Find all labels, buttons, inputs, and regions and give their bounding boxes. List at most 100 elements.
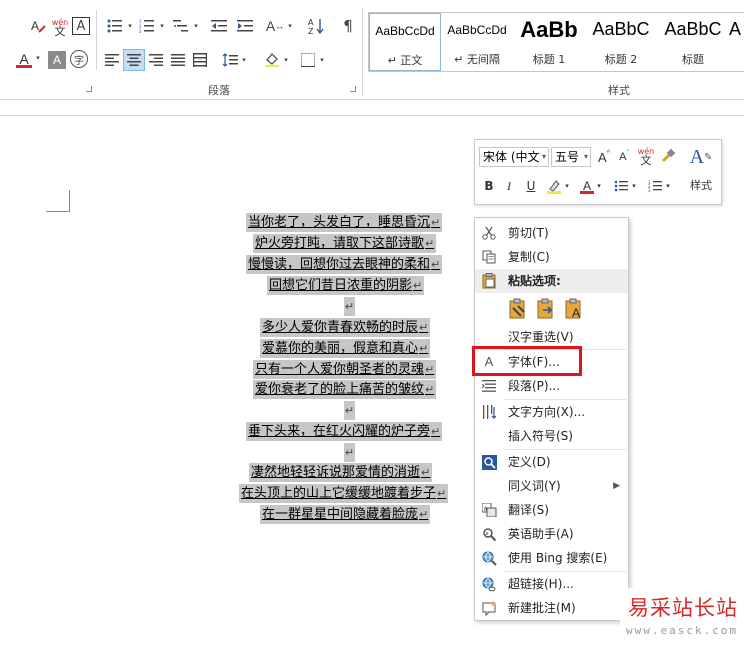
svg-text:Z: Z — [308, 27, 314, 35]
paragraph-dialog-launcher[interactable] — [350, 86, 356, 92]
chevron-down-icon[interactable]: ▾ — [630, 180, 638, 192]
menu-item-bing-search[interactable]: 使用 Bing 搜索(E) — [475, 546, 628, 570]
font-color-icon[interactable]: A — [579, 176, 595, 196]
menu-item-hyperlink[interactable]: 超链接(H)... — [475, 572, 628, 596]
poem-line[interactable]: 在头顶上的山上它缓缓地踱着步子↵ — [239, 484, 449, 503]
font-name-select[interactable]: 宋体 (中文 ▾ — [479, 147, 549, 167]
style-no-spacing[interactable]: AaBbCcDd ↵ 无间隔 — [441, 13, 513, 71]
paragraph-icon — [481, 378, 497, 394]
chevron-down-icon[interactable]: ▾ — [240, 54, 248, 66]
poem-line[interactable]: 慢慢读，回想你过去眼神的柔和↵ — [246, 255, 443, 274]
empty-paragraph[interactable]: ↵ — [344, 401, 355, 420]
font-size-select[interactable]: 五号 ▾ — [551, 147, 591, 167]
font-dialog-launcher[interactable] — [86, 86, 92, 92]
clipboard-icon — [481, 273, 497, 289]
menu-item-cut[interactable]: 剪切(T) — [475, 221, 628, 245]
line-spacing-icon[interactable] — [220, 50, 240, 70]
bullets-icon[interactable] — [104, 16, 126, 36]
style-heading-1[interactable]: AaBb 标题 1 — [513, 13, 585, 71]
poem-line[interactable]: 当你老了，头发白了，睡思昏沉↵ — [246, 213, 443, 232]
menu-item-paragraph[interactable]: 段落(P)... — [475, 374, 628, 398]
poem-line[interactable]: 爱慕你的美丽，假意和真心↵ — [260, 339, 431, 358]
svg-text:A: A — [31, 19, 39, 33]
sort-icon[interactable]: AZ — [306, 14, 326, 38]
shrink-font-icon[interactable]: Aˇ — [615, 148, 633, 166]
borders-icon[interactable] — [298, 50, 318, 70]
grow-font-icon[interactable]: A ^ — [595, 148, 613, 166]
bold-button[interactable]: B — [481, 178, 497, 194]
style-heading-2[interactable]: AaBbC 标题 2 — [585, 13, 657, 71]
clear-formatting-icon[interactable]: A — [28, 16, 48, 36]
font-color-icon[interactable]: A — [14, 48, 34, 70]
menu-item-copy[interactable]: 复制(C) — [475, 245, 628, 269]
text-direction-icon — [481, 404, 497, 420]
decrease-indent-icon[interactable] — [208, 16, 230, 36]
poem-line[interactable]: 垂下头来，在红火闪耀的炉子旁↵ — [246, 422, 443, 441]
enclose-characters-icon[interactable]: 字 — [70, 50, 88, 68]
bullets-icon[interactable] — [613, 177, 629, 195]
numbering-icon[interactable]: 123 — [136, 16, 158, 36]
multilevel-list-icon[interactable] — [170, 16, 192, 36]
character-border-icon[interactable]: A — [72, 17, 90, 35]
poem-line[interactable]: 只有一个人爱你朝圣者的灵魂↵ — [253, 360, 437, 379]
poem-line[interactable]: 在一群星星中间隐藏着脸庞↵ — [260, 505, 431, 524]
chevron-down-icon[interactable]: ▾ — [595, 180, 603, 192]
poem-line[interactable]: 爱你衰老了的脸上痛苦的皱纹↵ — [253, 380, 437, 399]
show-formatting-marks-icon[interactable]: ¶ — [338, 16, 358, 36]
chevron-down-icon[interactable]: ▾ — [664, 180, 672, 192]
submenu-arrow-icon: ▶ — [613, 481, 620, 491]
paste-text-only-icon[interactable]: A — [563, 297, 585, 321]
chevron-down-icon[interactable]: ▾ — [192, 20, 200, 32]
menu-item-insert-symbol[interactable]: 插入符号(S) — [475, 424, 628, 448]
chevron-down-icon[interactable]: ▾ — [286, 20, 294, 32]
style-normal[interactable]: AaBbCcDd ↵ 正文 — [369, 13, 441, 71]
menu-item-text-direction[interactable]: 文字方向(X)... — [475, 400, 628, 424]
paste-keep-source-formatting-icon[interactable] — [507, 297, 529, 321]
poem-line[interactable]: 回想它们昔日浓重的阴影↵ — [267, 276, 425, 295]
svg-text:A: A — [572, 306, 580, 320]
poem-line[interactable]: 凄然地轻轻诉说那爱情的消逝↵ — [249, 463, 433, 482]
align-right-icon[interactable] — [146, 50, 166, 70]
mini-toolbar: 宋体 (中文 ▾ 五号 ▾ A ^ Aˇ wén 文 A ✎ 样式 B I U ▾ A … — [474, 139, 722, 205]
svg-text:a: a — [483, 506, 487, 513]
new-comment-icon — [481, 600, 497, 616]
empty-paragraph[interactable]: ↵ — [344, 297, 355, 316]
increase-indent-icon[interactable] — [234, 16, 256, 36]
globe-search-icon — [481, 550, 497, 566]
watermark-text: 易采站长站 — [628, 596, 738, 620]
underline-button[interactable]: U — [523, 178, 539, 194]
styles-label: 样式 — [690, 179, 712, 192]
distributed-icon[interactable] — [190, 50, 210, 70]
paragraph-group-label: 段落 — [208, 84, 230, 97]
chinese-layout-icon[interactable]: A ↔ — [264, 16, 286, 36]
empty-paragraph[interactable]: ↵ — [344, 443, 355, 462]
chevron-down-icon[interactable]: ▾ — [34, 52, 42, 64]
styles-icon[interactable]: A ✎ — [687, 144, 715, 170]
chevron-down-icon[interactable]: ▾ — [282, 54, 290, 66]
menu-item-new-comment[interactable]: 新建批注(M) — [475, 596, 628, 620]
menu-item-translate[interactable]: a 翻译(S) — [475, 498, 628, 522]
format-painter-icon[interactable] — [659, 147, 677, 165]
shading-icon[interactable] — [262, 48, 282, 70]
chevron-down-icon[interactable]: ▾ — [563, 180, 571, 192]
align-center-icon[interactable] — [123, 49, 145, 71]
highlight-icon[interactable] — [545, 176, 563, 196]
phonetic-guide-icon[interactable]: wén 文 — [637, 144, 655, 168]
paste-merge-formatting-icon[interactable] — [535, 297, 557, 321]
style-title[interactable]: AaBbC 标题 — [657, 13, 729, 71]
numbering-icon[interactable]: 123 — [647, 177, 663, 195]
align-left-icon[interactable] — [102, 50, 122, 70]
poem-line[interactable]: 炉火旁打盹，请取下这部诗歌↵ — [253, 234, 437, 253]
style-more[interactable]: A — [729, 13, 744, 71]
character-shading-icon[interactable]: A — [48, 51, 66, 69]
poem-line[interactable]: 多少人爱你青春欢畅的时辰↵ — [260, 318, 431, 337]
justify-icon[interactable] — [168, 50, 188, 70]
chevron-down-icon[interactable]: ▾ — [158, 20, 166, 32]
chevron-down-icon[interactable]: ▾ — [318, 54, 326, 66]
chevron-down-icon[interactable]: ▾ — [126, 20, 134, 32]
menu-item-define[interactable]: 定义(D) — [475, 450, 628, 474]
phonetic-guide-icon[interactable]: wén 文 — [50, 16, 70, 38]
menu-item-synonyms[interactable]: 同义词(Y) ▶ — [475, 474, 628, 498]
menu-item-english-assistant[interactable]: a 英语助手(A) — [475, 522, 628, 546]
italic-button[interactable]: I — [501, 178, 517, 194]
